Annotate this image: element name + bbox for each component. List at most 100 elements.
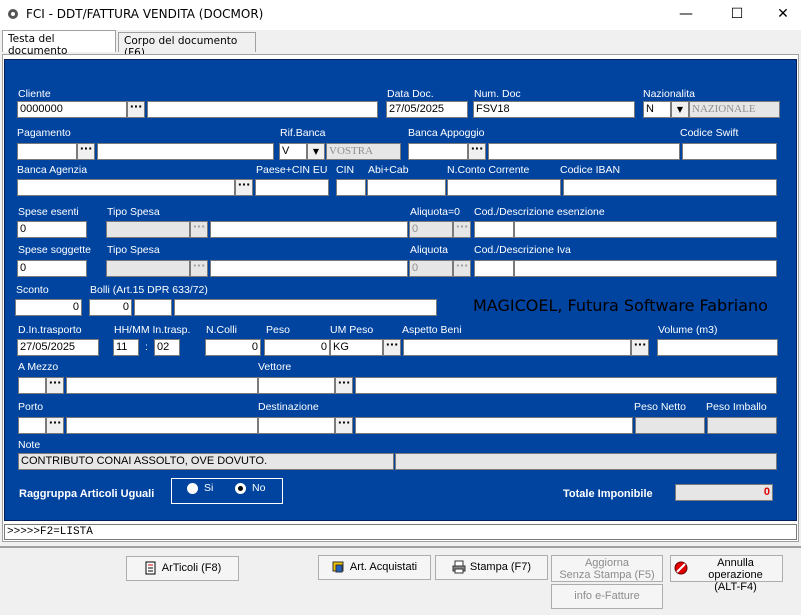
tab-strip: Testa del documento Corpo del documento …: [0, 30, 801, 59]
n-conto-field[interactable]: [447, 179, 561, 196]
banca-appoggio-desc-field[interactable]: [488, 143, 680, 160]
rif-banca-select[interactable]: V: [279, 143, 307, 160]
peso-field[interactable]: 0: [264, 339, 330, 356]
note-field[interactable]: CONTRIBUTO CONAI ASSOLTO, OVE DOVUTO.: [18, 453, 394, 470]
num-doc-field[interactable]: FSV18: [473, 101, 635, 118]
label-num-doc: Num. Doc: [474, 88, 521, 100]
label-peso: Peso: [266, 324, 290, 336]
porto-code-field[interactable]: [18, 417, 46, 434]
a-mezzo-lookup-button[interactable]: ···: [46, 377, 64, 394]
banca-agenzia-field[interactable]: [17, 179, 235, 196]
tipo-spesa-desc-field[interactable]: [210, 221, 408, 238]
label-cod-desc-esenzione: Cod./Descrizione esenzione: [474, 206, 605, 218]
um-peso-field[interactable]: KG: [330, 339, 383, 356]
rif-banca-desc: VOSTRA: [326, 143, 401, 160]
label-n-conto: N.Conto Corrente: [447, 164, 530, 176]
label-pagamento: Pagamento: [17, 127, 71, 139]
pagamento-lookup-button[interactable]: ···: [77, 143, 95, 160]
radio-no[interactable]: [235, 483, 246, 494]
banca-appoggio-code-field[interactable]: [408, 143, 468, 160]
label-sconto: Sconto: [16, 284, 49, 296]
peso-netto-field: [635, 417, 705, 434]
aggiorna-label-2: Senza Stampa (F5): [559, 569, 655, 581]
radio-si[interactable]: [187, 483, 198, 494]
a-mezzo-code-field[interactable]: [18, 377, 46, 394]
d-in-trasporto-field[interactable]: 27/05/2025: [17, 339, 99, 356]
mm-field[interactable]: 02: [154, 339, 180, 356]
app-icon: [8, 9, 18, 19]
sconto-field[interactable]: 0: [15, 299, 82, 316]
cliente-name-field[interactable]: [147, 101, 378, 118]
label-n-colli: N.Colli: [206, 324, 237, 336]
um-peso-lookup-button[interactable]: ···: [383, 339, 401, 356]
radio-no-label: No: [252, 482, 266, 494]
aliquota-field: 0: [409, 260, 453, 277]
codice-iban-field[interactable]: [563, 179, 777, 196]
porto-desc-field[interactable]: [66, 417, 258, 434]
tipo-spesa-lookup-button: ···: [190, 221, 208, 238]
maximize-button[interactable]: ☐: [714, 0, 760, 30]
abi-cab-field[interactable]: [367, 179, 446, 196]
paese-cin-field[interactable]: [255, 179, 329, 196]
label-banca-appoggio: Banca Appoggio: [408, 127, 485, 139]
data-doc-field[interactable]: 27/05/2025: [386, 101, 468, 118]
label-bolli: Bolli (Art.15 DPR 633/72): [90, 284, 208, 296]
printer-icon: [452, 560, 466, 574]
porto-lookup-button[interactable]: ···: [46, 417, 64, 434]
stampa-button[interactable]: Stampa (F7): [435, 555, 548, 580]
minimize-button[interactable]: —: [663, 0, 709, 30]
note-field-2[interactable]: [395, 453, 777, 470]
label-nazionalita: Nazionalita: [643, 88, 695, 100]
destinazione-code-field[interactable]: [258, 417, 335, 434]
destinazione-lookup-button[interactable]: ···: [335, 417, 353, 434]
label-porto: Porto: [18, 401, 44, 413]
tipo-spesa-2-desc-field[interactable]: [210, 260, 408, 277]
annulla-button[interactable]: Annulla operazione (ALT-F4): [670, 555, 783, 593]
label-cod-desc-iva: Cod./Descrizione Iva: [474, 244, 571, 256]
label-abi-cab: Abi+Cab: [368, 164, 409, 176]
volume-field[interactable]: [657, 339, 778, 356]
codice-swift-field[interactable]: [682, 143, 777, 160]
tipo-spesa-2-lookup-button: ···: [190, 260, 208, 277]
bolli-field[interactable]: 0: [89, 299, 132, 316]
articoli-button[interactable]: ArTicoli (F8): [126, 556, 239, 581]
banca-agenzia-lookup-button[interactable]: ···: [235, 179, 253, 196]
nazionalita-select[interactable]: N: [643, 101, 671, 118]
art-acquistati-button[interactable]: Art. Acquistati: [318, 555, 431, 580]
cod-iva-field[interactable]: [474, 260, 514, 277]
label-aliquota: Aliquota: [410, 244, 448, 256]
label-totale-imponibile: Totale Imponibile: [563, 488, 653, 500]
aspetto-beni-lookup-button[interactable]: ···: [631, 339, 649, 356]
hh-field[interactable]: 11: [113, 339, 139, 356]
pagamento-desc-field[interactable]: [97, 143, 274, 160]
spese-esenti-field[interactable]: 0: [17, 221, 87, 238]
peso-imballo-field: [707, 417, 777, 434]
banca-appoggio-lookup-button[interactable]: ···: [468, 143, 486, 160]
vettore-code-field[interactable]: [258, 377, 335, 394]
cliente-code-field[interactable]: 0000000: [17, 101, 127, 118]
n-colli-field[interactable]: 0: [205, 339, 261, 356]
desc-iva-field[interactable]: [514, 260, 777, 277]
vettore-desc-field[interactable]: [355, 377, 777, 394]
company-text: MAGICOEL, Futura Software Fabriano: [473, 296, 768, 315]
aspetto-beni-field[interactable]: [403, 339, 631, 356]
bolli-desc-field[interactable]: [174, 299, 437, 316]
pagamento-code-field[interactable]: [17, 143, 77, 160]
bolli-code-field[interactable]: [134, 299, 172, 316]
a-mezzo-desc-field[interactable]: [66, 377, 258, 394]
label-aliquota0: Aliquota=0: [410, 206, 460, 218]
tab-testa[interactable]: Testa del documento: [2, 30, 116, 57]
vettore-lookup-button[interactable]: ···: [335, 377, 353, 394]
close-button[interactable]: ✕: [760, 0, 801, 30]
cliente-lookup-button[interactable]: ···: [127, 101, 145, 118]
cin-field[interactable]: [336, 179, 366, 196]
label-spese-soggette: Spese soggette: [18, 244, 91, 256]
chevron-down-icon[interactable]: ▼: [671, 101, 689, 118]
tab-corpo[interactable]: Corpo del documento (F6): [118, 32, 256, 59]
spese-soggette-field[interactable]: 0: [17, 260, 87, 277]
chevron-down-icon[interactable]: ▼: [307, 143, 325, 160]
destinazione-desc-field[interactable]: [355, 417, 633, 434]
desc-esenzione-field[interactable]: [514, 221, 777, 238]
cod-esenzione-field[interactable]: [474, 221, 514, 238]
label-paese-cin: Paese+CIN EU: [256, 164, 328, 176]
